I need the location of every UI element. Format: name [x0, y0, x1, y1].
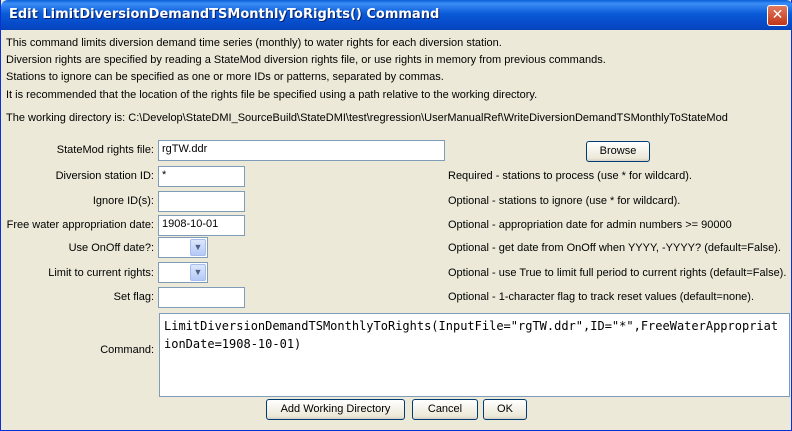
window-title: Edit LimitDiversionDemandTSMonthlyToRigh…	[9, 7, 440, 22]
limit-current-select[interactable]: ▼	[158, 262, 208, 283]
free-water-date-input[interactable]: 1908-10-01	[158, 215, 245, 236]
ignore-ids-hint: Optional - stations to ignore (use * for…	[448, 195, 681, 207]
cancel-button[interactable]: Cancel	[412, 399, 478, 420]
station-id-hint: Required - stations to process (use * fo…	[448, 170, 692, 182]
use-onoff-select[interactable]: ▼	[158, 237, 208, 258]
set-flag-label: Set flag:	[113, 291, 154, 303]
dialog-window: Edit LimitDiversionDemandTSMonthlyToRigh…	[0, 0, 792, 431]
station-id-label: Diversion station ID:	[55, 170, 154, 182]
info-line-recommend: It is recommended that the location of t…	[6, 89, 538, 101]
ok-button[interactable]: OK	[483, 399, 527, 420]
close-icon: ✕	[771, 7, 784, 23]
ignore-ids-label: Ignore ID(s):	[92, 195, 154, 207]
set-flag-hint: Optional - 1-character flag to track res…	[448, 291, 755, 303]
free-water-date-hint: Optional - appropriation date for admin …	[448, 219, 732, 231]
working-directory-text: The working directory is: C:\Develop\Sta…	[6, 112, 728, 124]
use-onoff-label: Use OnOff date?:	[68, 242, 154, 254]
free-water-date-label: Free water appropriation date:	[6, 219, 154, 231]
chevron-down-icon[interactable]: ▼	[190, 264, 206, 281]
rights-file-input[interactable]: rgTW.ddr	[158, 140, 445, 161]
limit-current-hint: Optional - use True to limit full period…	[448, 267, 787, 279]
chevron-down-icon[interactable]: ▼	[190, 239, 206, 256]
command-label: Command:	[100, 344, 154, 356]
station-id-input[interactable]: *	[158, 166, 245, 187]
limit-current-label: Limit to current rights:	[48, 267, 154, 279]
title-bar[interactable]: Edit LimitDiversionDemandTSMonthlyToRigh…	[1, 0, 792, 30]
close-button[interactable]: ✕	[767, 5, 788, 26]
command-textarea[interactable]: LimitDiversionDemandTSMonthlyToRights(In…	[159, 313, 790, 397]
use-onoff-hint: Optional - get date from OnOff when YYYY…	[448, 242, 781, 254]
info-line-description: This command limits diversion demand tim…	[6, 37, 502, 49]
info-line-rights-source: Diversion rights are specified by readin…	[6, 54, 606, 66]
ignore-ids-input[interactable]	[158, 191, 245, 212]
rights-file-label: StateMod rights file:	[56, 144, 154, 156]
dialog-body: This command limits diversion demand tim…	[4, 30, 790, 428]
add-working-directory-button[interactable]: Add Working Directory	[266, 399, 405, 420]
browse-button[interactable]: Browse	[586, 141, 650, 162]
set-flag-input[interactable]	[158, 287, 245, 308]
info-line-ignore: Stations to ignore can be specified as o…	[6, 71, 444, 83]
